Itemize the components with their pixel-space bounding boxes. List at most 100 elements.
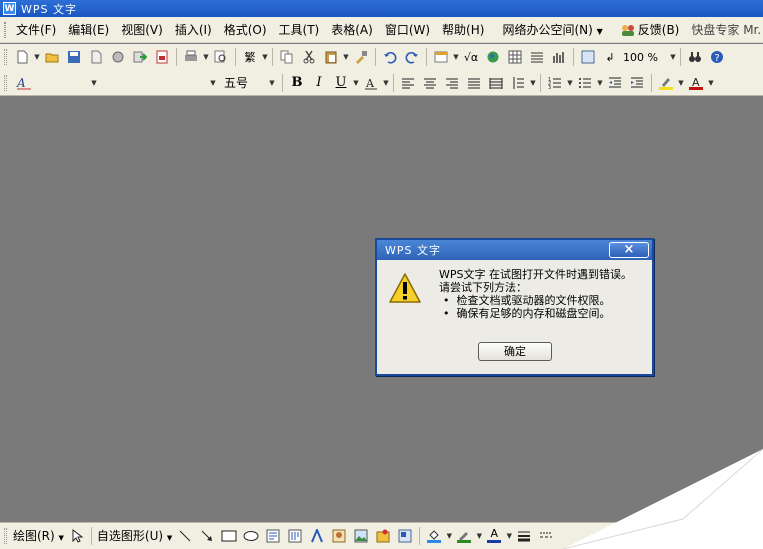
menu-window[interactable]: 窗口(W) (379, 20, 436, 40)
font-family-select[interactable]: ▼ (101, 74, 221, 92)
insert-table-button[interactable] (431, 47, 451, 67)
font-size-select[interactable]: 五号 ▼ (221, 74, 279, 92)
underline-button[interactable]: U (331, 73, 351, 93)
align-left-button[interactable] (398, 73, 418, 93)
zoom-level[interactable]: 100 % (621, 51, 669, 64)
numbering-button[interactable]: 123 (545, 73, 565, 93)
line-spacing-dropdown-arrow[interactable]: ▼ (529, 73, 537, 93)
font-color-button[interactable]: A (686, 73, 706, 93)
ok-button[interactable]: 确定 (478, 342, 552, 361)
bullets-button[interactable] (575, 73, 595, 93)
spacing-dropdown-arrow[interactable]: ▼ (382, 73, 390, 93)
draw-font-color-dropdown-arrow[interactable]: ▼ (505, 526, 513, 546)
menu-format[interactable]: 格式(O) (218, 20, 273, 40)
textbox-tool-button[interactable] (263, 526, 283, 546)
export-button[interactable] (130, 47, 150, 67)
fill-color-dropdown-arrow[interactable]: ▼ (445, 526, 453, 546)
document-map-button[interactable] (578, 47, 598, 67)
rectangle-tool-button[interactable] (219, 526, 239, 546)
underline-dropdown-arrow[interactable]: ▼ (352, 73, 360, 93)
line-style-button[interactable] (514, 526, 534, 546)
dialog-close-button[interactable]: × (609, 242, 649, 258)
decrease-indent-button[interactable] (605, 73, 625, 93)
clipart-button[interactable] (329, 526, 349, 546)
new-document-button[interactable] (12, 47, 32, 67)
redo-button[interactable] (402, 47, 422, 67)
distribute-button[interactable] (486, 73, 506, 93)
line-color-dropdown-arrow[interactable]: ▼ (475, 526, 483, 546)
copy-button[interactable] (277, 47, 297, 67)
help-button[interactable]: ? (707, 47, 727, 67)
bold-button[interactable]: B (287, 73, 307, 93)
justify-button[interactable] (464, 73, 484, 93)
increase-indent-button[interactable] (627, 73, 647, 93)
print-preview-button[interactable] (211, 47, 231, 67)
align-right-button[interactable] (442, 73, 462, 93)
menu-network-office[interactable]: 网络办公空间(N) ▼ (496, 20, 608, 40)
open-button[interactable] (42, 47, 62, 67)
highlight-button[interactable] (656, 73, 676, 93)
print-setup-button[interactable] (108, 47, 128, 67)
toolbar-grip[interactable] (4, 49, 7, 65)
numbering-dropdown-arrow[interactable]: ▼ (566, 73, 574, 93)
table-dropdown-arrow[interactable]: ▼ (452, 47, 460, 67)
columns-button[interactable] (527, 47, 547, 67)
find-button[interactable] (685, 47, 705, 67)
style-select[interactable]: A ▼ (13, 74, 101, 92)
zoom-dropdown-arrow[interactable]: ▼ (669, 47, 677, 67)
picture-from-file-button[interactable] (373, 526, 393, 546)
kuaipan-expert-link[interactable]: 快盘专家 Mr. K 说 (685, 20, 763, 40)
wps-app-icon[interactable]: W (3, 2, 16, 15)
character-spacing-button[interactable]: A (361, 73, 381, 93)
line-spacing-button[interactable] (508, 73, 528, 93)
menu-view[interactable]: 视图(V) (115, 20, 169, 40)
menu-table[interactable]: 表格(A) (325, 20, 379, 40)
bullets-dropdown-arrow[interactable]: ▼ (596, 73, 604, 93)
show-hide-marks-button[interactable]: ↲ (600, 47, 620, 67)
tables-and-borders-button[interactable] (505, 47, 525, 67)
menu-tools[interactable]: 工具(T) (273, 20, 326, 40)
toolbar-grip[interactable] (4, 528, 7, 544)
chart-button[interactable] (549, 47, 569, 67)
menu-help[interactable]: 帮助(H) (436, 20, 490, 40)
select-objects-button[interactable] (67, 526, 87, 546)
highlight-dropdown-arrow[interactable]: ▼ (677, 73, 685, 93)
menu-feedback[interactable]: 反馈(B) (615, 20, 686, 40)
traditional-chinese-button[interactable]: 繁 (240, 47, 260, 67)
dash-style-button[interactable] (536, 526, 556, 546)
picture-button[interactable] (351, 526, 371, 546)
traditional-dropdown-arrow[interactable]: ▼ (261, 47, 269, 67)
hyperlink-button[interactable] (483, 47, 503, 67)
oval-tool-button[interactable] (241, 526, 261, 546)
draw-menu-button[interactable]: 绘图(R) ▼ (11, 526, 66, 546)
menu-file[interactable]: 文件(F) (10, 20, 62, 40)
menubar-grip[interactable] (4, 21, 6, 38)
align-center-button[interactable] (420, 73, 440, 93)
line-tool-button[interactable] (175, 526, 195, 546)
paste-button[interactable] (321, 47, 341, 67)
menu-edit[interactable]: 编辑(E) (62, 20, 115, 40)
insert-object-button[interactable] (395, 526, 415, 546)
new-dropdown-arrow[interactable]: ▼ (33, 47, 41, 67)
autoshapes-button[interactable]: 自选图形(U) ▼ (95, 526, 174, 546)
cut-button[interactable] (299, 47, 319, 67)
save-as-button[interactable] (86, 47, 106, 67)
draw-font-color-button[interactable]: A (484, 526, 504, 546)
format-painter-button[interactable] (351, 47, 371, 67)
fill-color-button[interactable] (424, 526, 444, 546)
dialog-title-bar[interactable]: WPS 文字 × (377, 240, 652, 260)
toolbar-grip[interactable] (4, 74, 7, 91)
print-button[interactable] (181, 47, 201, 67)
line-color-button[interactable] (454, 526, 474, 546)
paste-dropdown-arrow[interactable]: ▼ (342, 47, 350, 67)
wordart-button[interactable] (307, 526, 327, 546)
menu-insert[interactable]: 插入(I) (169, 20, 218, 40)
print-dropdown-arrow[interactable]: ▼ (202, 47, 210, 67)
italic-button[interactable]: I (309, 73, 329, 93)
undo-button[interactable] (380, 47, 400, 67)
font-color-dropdown-arrow[interactable]: ▼ (707, 73, 715, 93)
arrow-tool-button[interactable] (197, 526, 217, 546)
insert-formula-button[interactable]: √α (461, 47, 481, 67)
save-button[interactable] (64, 47, 84, 67)
vertical-textbox-button[interactable] (285, 526, 305, 546)
